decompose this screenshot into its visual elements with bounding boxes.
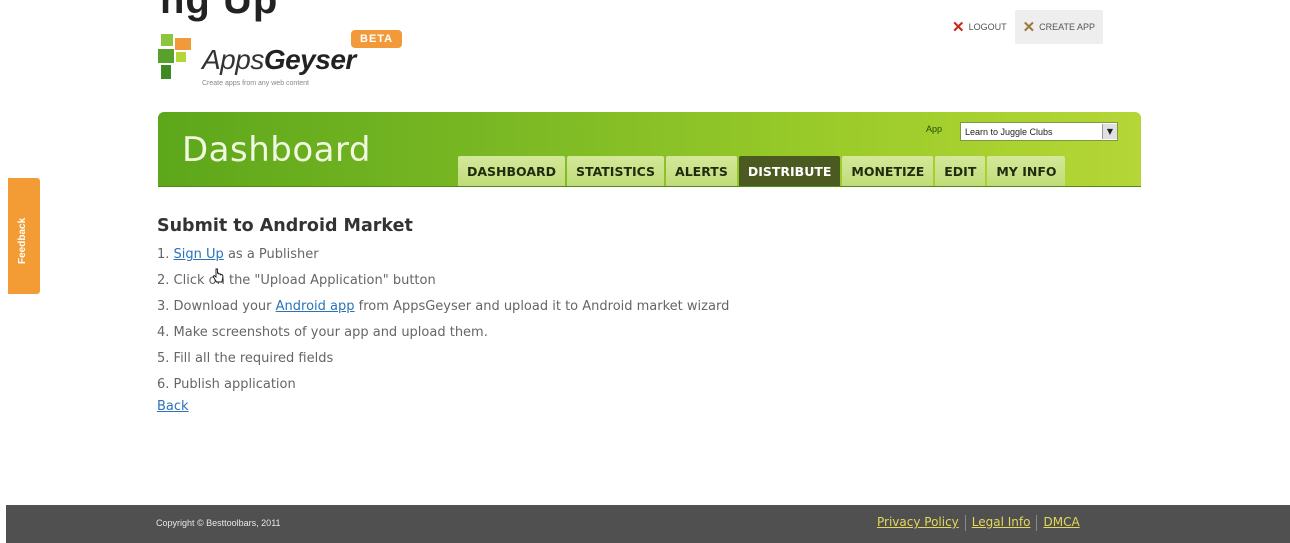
tab-edit[interactable]: EDIT — [935, 156, 986, 186]
beta-badge: BETA — [351, 30, 403, 48]
tab-monetize[interactable]: MONETIZE — [842, 156, 934, 186]
section-heading: Submit to Android Market — [157, 216, 413, 236]
list-item: 4. Make screenshots of your app and uplo… — [157, 325, 488, 340]
privacy-policy-link[interactable]: Privacy Policy — [871, 515, 965, 531]
logout-label: LOGOUT — [968, 22, 1007, 32]
appsgeyser-logo[interactable]: AppsGeyser BETA Create apps from any web… — [158, 30, 418, 92]
tab-my-info[interactable]: MY INFO — [987, 156, 1066, 186]
top-actions: ✕ LOGOUT ✕ CREATE APP — [944, 10, 1104, 44]
create-app-icon: ✕ — [1022, 18, 1036, 36]
tab-distribute[interactable]: DISTRIBUTE — [738, 156, 841, 186]
app-select-value: Learn to Juggle Clubs — [965, 126, 1053, 137]
list-item: 5. Fill all the required fields — [157, 351, 334, 366]
logo-name: AppsGeyser — [202, 44, 356, 75]
footer-links: Privacy Policy Legal Info DMCA — [871, 515, 1086, 531]
sign-up-link[interactable]: Sign Up — [174, 247, 224, 262]
list-item: 1. Sign Up as a Publisher — [157, 247, 319, 262]
page-header-cut-text: ng Up — [160, 0, 279, 22]
list-item: 6. Publish application — [157, 377, 296, 392]
copyright-text: Copyright © Besttoolbars, 2011 — [156, 518, 281, 528]
tab-statistics[interactable]: STATISTICS — [567, 156, 665, 186]
feedback-tab[interactable]: Feedback — [8, 178, 40, 294]
tab-dashboard[interactable]: DASHBOARD — [458, 156, 566, 186]
logout-icon: ✕ — [952, 18, 965, 36]
logo-mark-icon — [158, 34, 198, 80]
main-nav-tabs: DASHBOARD STATISTICS ALERTS DISTRIBUTE M… — [458, 156, 1066, 186]
app-select[interactable]: Learn to Juggle Clubs ▼ — [960, 122, 1118, 141]
list-item: 3. Download your Android app from AppsGe… — [157, 299, 730, 314]
logo-tagline: Create apps from any web content — [202, 80, 310, 87]
tab-alerts[interactable]: ALERTS — [666, 156, 737, 186]
android-app-link[interactable]: Android app — [276, 299, 355, 314]
legal-info-link[interactable]: Legal Info — [966, 515, 1037, 531]
footer: Copyright © Besttoolbars, 2011 Privacy P… — [6, 505, 1290, 543]
create-app-link[interactable]: ✕ CREATE APP — [1014, 10, 1104, 44]
app-select-label: App — [926, 124, 943, 134]
back-link[interactable]: Back — [157, 399, 729, 414]
hand-cursor-icon — [212, 268, 224, 283]
logout-link[interactable]: ✕ LOGOUT — [944, 10, 1015, 44]
main-content: Submit to Android Market 1. Sign Up as a… — [157, 216, 729, 414]
page-title: Dashboard — [182, 130, 371, 170]
steps-list: 1. Sign Up as a Publisher 2. Click on th… — [157, 245, 729, 401]
list-item: 2. Click on the "Upload Application" but… — [157, 273, 436, 288]
feedback-label: Feedback — [17, 217, 28, 264]
dmca-link[interactable]: DMCA — [1037, 515, 1085, 531]
create-app-label: CREATE APP — [1039, 22, 1096, 32]
dashboard-header: Dashboard App Learn to Juggle Clubs ▼ DA… — [158, 112, 1141, 186]
dropdown-arrow-icon[interactable]: ▼ — [1102, 124, 1117, 139]
